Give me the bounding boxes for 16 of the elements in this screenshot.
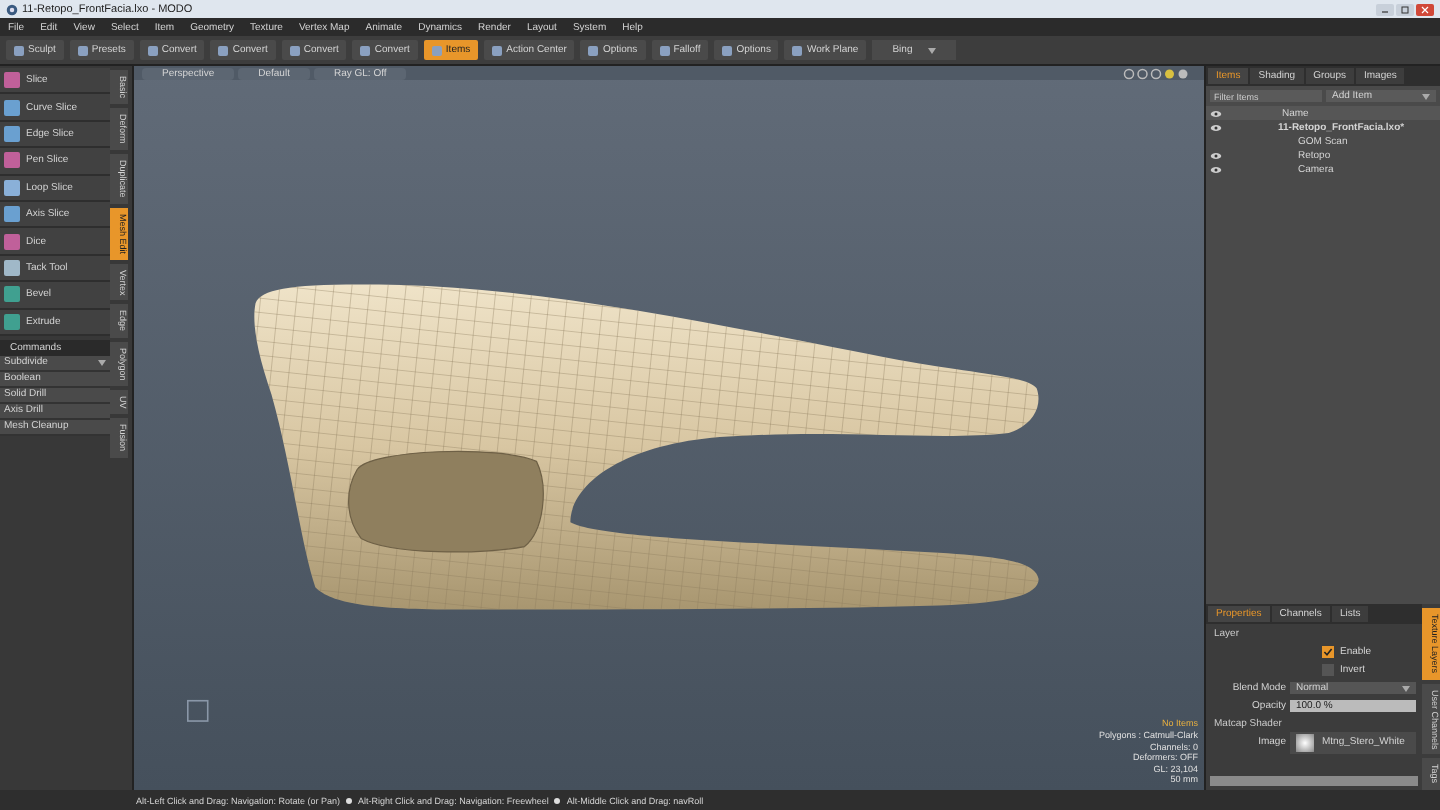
eye-icon[interactable] [1210,165,1222,173]
caret-icon [1402,685,1410,692]
command-field[interactable] [1210,776,1418,786]
axis-gizmo-icon [187,699,209,722]
eye-icon [1210,109,1222,117]
eye-icon[interactable] [1210,151,1222,159]
close-button[interactable] [1416,3,1434,15]
checkbox[interactable] [1322,646,1334,659]
checkbox[interactable] [1322,664,1334,677]
maximize-button[interactable] [1396,3,1414,15]
eye-icon[interactable] [1210,123,1222,131]
minimize-button[interactable] [1376,3,1394,15]
caret-icon [1422,93,1430,99]
bullet-icon [554,797,561,803]
bullet-icon [346,797,353,803]
caret-icon [928,47,937,53]
